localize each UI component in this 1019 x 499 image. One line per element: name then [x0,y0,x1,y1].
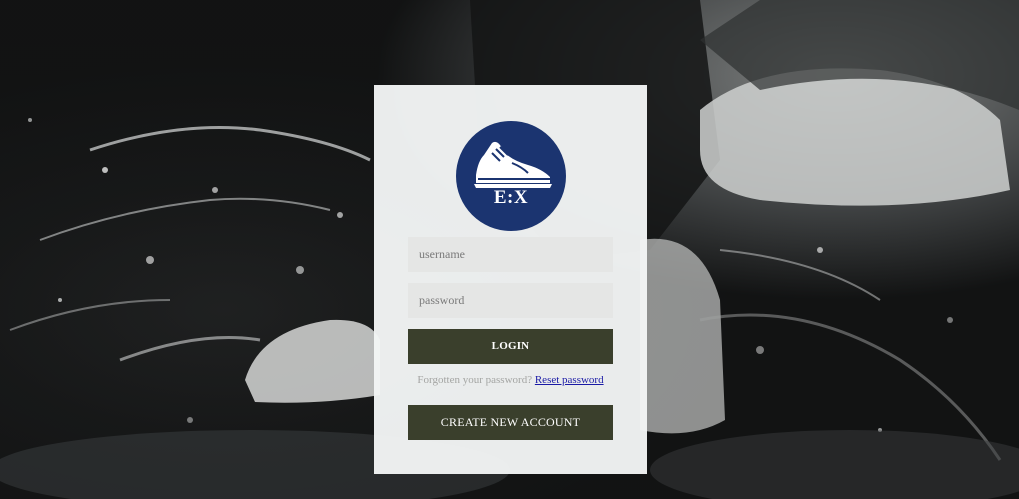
forgot-password-label: Forgotten your password? [417,374,533,386]
logo-text: E:X [493,187,529,208]
sneaker-icon [456,121,566,231]
password-input[interactable] [408,283,613,318]
brand-logo: E:X [456,121,566,231]
login-button[interactable]: LOGIN [408,329,613,364]
reset-password-link[interactable]: Reset password [535,374,604,386]
username-input[interactable] [408,237,613,272]
create-account-button[interactable]: CREATE NEW ACCOUNT [408,405,613,440]
forgot-password-text: Forgotten your password? Reset password [374,374,647,386]
